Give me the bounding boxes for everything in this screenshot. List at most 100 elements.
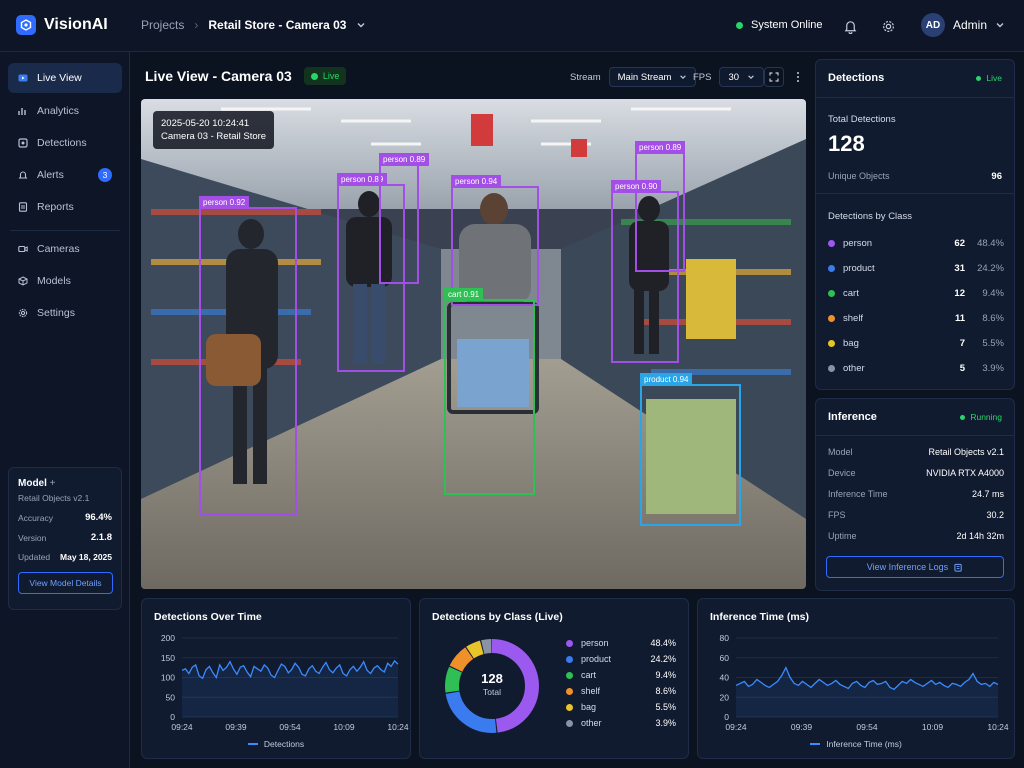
sidebar-item-models[interactable]: Models: [8, 266, 122, 296]
detection-label: person 0.89: [379, 153, 430, 166]
sidebar-item-settings[interactable]: Settings: [8, 298, 122, 328]
app-logo[interactable]: VisionAI: [16, 15, 108, 35]
inference-row-uptime: Uptime 2d 14h 32m: [828, 531, 1004, 541]
detections-live-status: Live: [976, 73, 1002, 83]
inference-time-line-chart: 80 60 40 20 009:24 09:39 09:54 10:09 10:24: [720, 633, 1009, 732]
sidebar-item-detections[interactable]: Detections: [8, 128, 122, 158]
detection-box-cart[interactable]: cart 0.91: [444, 288, 535, 495]
stream-control: Stream Main Stream: [570, 67, 697, 87]
legend-swatch: [566, 687, 573, 695]
donut-total-value: 128: [481, 671, 503, 686]
fps-select[interactable]: 30: [719, 67, 765, 87]
inference-panel-title: Inference: [828, 411, 877, 423]
sidebar-item-label: Cameras: [37, 243, 80, 255]
model-name: Retail Objects v2.1: [18, 493, 90, 503]
page-title: Live View - Camera 03: [145, 68, 292, 84]
detection-box-person[interactable]: person 0.92: [199, 196, 297, 515]
legend-swatch: [828, 289, 835, 297]
legend-item-cart: cart 9.4%: [566, 670, 676, 680]
more-options-icon[interactable]: [788, 67, 808, 87]
total-detections-label: Total Detections: [828, 114, 896, 125]
user-menu[interactable]: AD Admin: [921, 13, 1005, 37]
notifications-bell-icon[interactable]: [840, 16, 860, 36]
detections-panel: Detections Live Total Detections 128 Uni…: [815, 59, 1015, 390]
sidebar-item-label: Detections: [37, 137, 87, 149]
x-tick-label: 10:09: [922, 722, 944, 732]
sidebar-item-label: Alerts: [37, 169, 64, 181]
class-row-product: product 31 24.2%: [828, 261, 1004, 275]
x-tick-label: 09:24: [725, 722, 747, 732]
sidebar-item-label: Reports: [37, 201, 74, 213]
detection-label: product 0.94: [640, 373, 693, 386]
legend-label: Inference Time (ms): [826, 739, 902, 749]
status-dot-icon: [960, 414, 966, 420]
sidebar-item-cameras[interactable]: Cameras: [8, 234, 122, 264]
project-selector[interactable]: Retail Store - Camera 03: [208, 18, 346, 32]
y-tick-label: 60: [720, 653, 730, 663]
detections-panel-title: Detections: [828, 72, 885, 84]
user-name: Admin: [953, 18, 988, 32]
chevron-down-icon: [996, 23, 1004, 28]
legend-item-product: product 24.2%: [566, 654, 676, 664]
model-card-title: Model +: [18, 478, 56, 489]
legend-item-shelf: shelf 8.6%: [566, 686, 676, 696]
detection-box-product[interactable]: product 0.94: [640, 373, 741, 526]
y-tick-label: 80: [720, 633, 730, 643]
legend-swatch: [566, 671, 573, 679]
detection-box-person[interactable]: person 0.90: [611, 180, 679, 363]
class-row-shelf: shelf 11 8.6%: [828, 311, 1004, 325]
alerts-count-badge: 3: [98, 168, 112, 182]
detection-label: person 0.90: [611, 180, 662, 193]
detections-by-class-label: Detections by Class: [828, 211, 912, 222]
divider: [816, 193, 1014, 194]
inference-row-device: Device NVIDIA RTX A4000: [828, 468, 1004, 478]
bar-chart-icon: [18, 106, 28, 116]
sidebar-item-live-view[interactable]: Live View: [8, 63, 122, 93]
view-model-details-button[interactable]: View Model Details: [18, 572, 113, 594]
legend-swatch: [828, 364, 835, 372]
view-inference-logs-button[interactable]: View Inference Logs: [826, 556, 1004, 578]
settings-gear-icon[interactable]: [878, 16, 898, 36]
divider: [816, 435, 1014, 436]
divider: [816, 97, 1014, 98]
system-status: System Online: [736, 19, 823, 31]
chevron-down-icon[interactable]: [356, 20, 366, 30]
document-icon: [18, 202, 28, 212]
camera-icon: [18, 244, 28, 254]
timestamp: 2025-05-20 10:24:41: [161, 118, 250, 129]
fps-control: FPS 30: [693, 67, 765, 87]
breadcrumb: Projects › Retail Store - Camera 03: [141, 18, 366, 32]
breadcrumb-chevron-icon: ›: [194, 18, 199, 32]
chevron-down-icon: [748, 75, 754, 79]
legend-line-icon: [810, 743, 821, 745]
detection-box-person[interactable]: person 0.89: [379, 153, 430, 284]
y-tick-label: 50: [166, 692, 176, 702]
video-icon: [18, 73, 28, 83]
camera-name: Camera 03 - Retail Store: [161, 131, 267, 142]
legend-swatch: [566, 639, 573, 647]
y-tick-label: 200: [161, 633, 175, 643]
app-name: VisionAI: [44, 16, 108, 33]
top-bar: VisionAI Projects › Retail Store - Camer…: [0, 0, 1024, 52]
fullscreen-icon[interactable]: [764, 67, 784, 87]
chart-legend: Inference Time (ms): [698, 739, 1014, 749]
live-view-header: Live View - Camera 03 Live: [145, 67, 347, 85]
sidebar-item-alerts[interactable]: Alerts 3: [8, 160, 122, 190]
camera-feed[interactable]: 2025-05-20 10:24:41 Camera 03 - Retail S…: [141, 99, 806, 589]
breadcrumb-projects[interactable]: Projects: [141, 18, 184, 32]
model-version-row: Version 2.1.8: [18, 532, 112, 543]
sidebar-item-label: Analytics: [37, 105, 80, 117]
detection-label: person 0.89: [635, 141, 686, 154]
legend-line-icon: [247, 743, 258, 745]
detections-over-time-card: Detections Over Time 200 150 100 50 0 09:24 09…: [141, 598, 411, 759]
chart-title: Detections by Class (Live): [432, 611, 563, 623]
class-row-cart: cart 12 9.4%: [828, 286, 1004, 300]
donut-center: 128 Total: [437, 671, 547, 697]
stream-select[interactable]: Main Stream: [608, 67, 697, 87]
system-status-text: System Online: [751, 19, 823, 31]
series-area: [736, 667, 998, 717]
sidebar-item-analytics[interactable]: Analytics: [8, 96, 122, 126]
inference-row-model: Model Retail Objects v2.1: [828, 447, 1004, 457]
sidebar-item-reports[interactable]: Reports: [8, 192, 122, 222]
sidebar-item-label: Settings: [37, 307, 75, 319]
